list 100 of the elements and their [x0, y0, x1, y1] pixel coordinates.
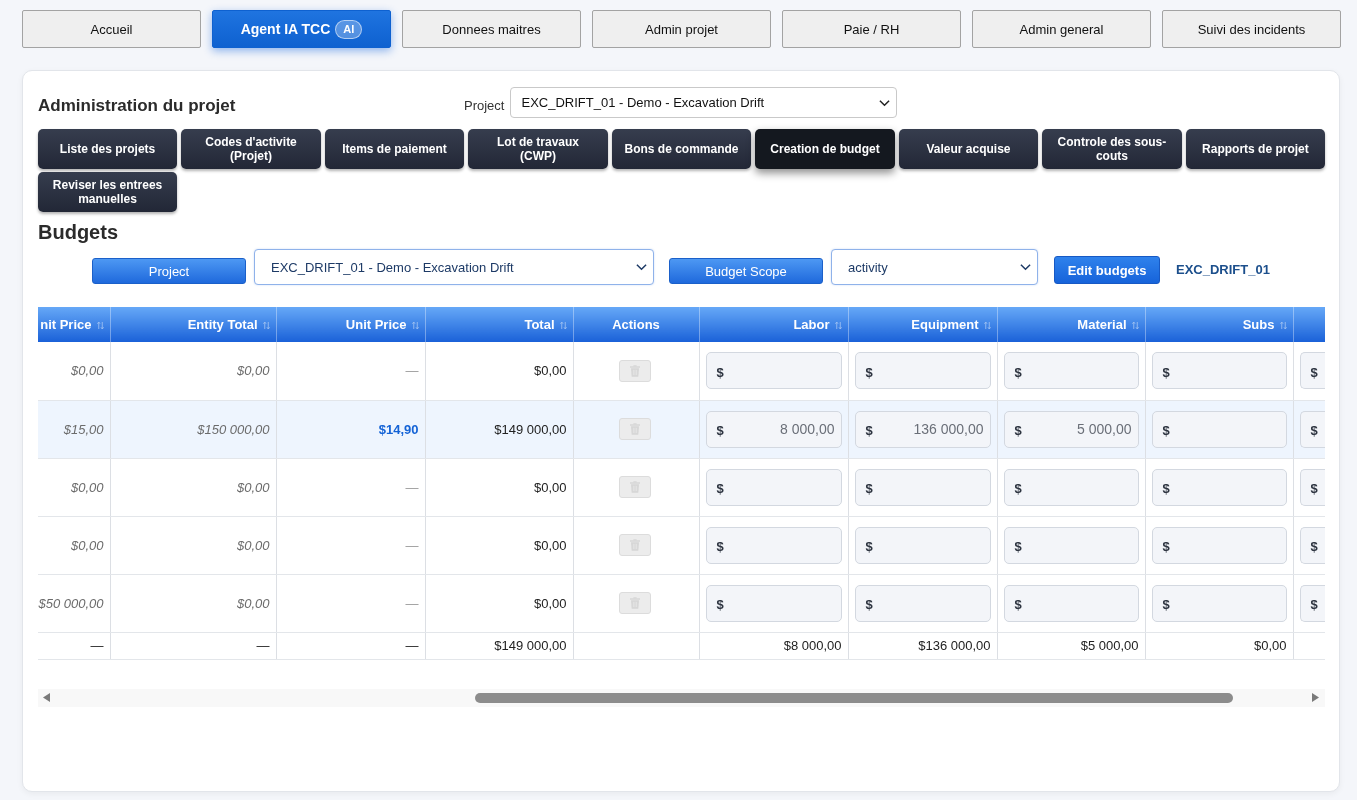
- table-cell: $0,00: [110, 516, 276, 574]
- total-cell: $0,00: [1145, 632, 1293, 659]
- amount-input[interactable]: $: [1299, 526, 1325, 564]
- amount-input[interactable]: $ 136 000,00: [854, 410, 991, 448]
- amount-input[interactable]: $: [1151, 468, 1287, 506]
- table-row[interactable]: $15,00 $150 000,00 $14,90 $149 000,00 $ 8 000,00 $ 136 000,00 $ 5 000,00 $ $: [38, 400, 1325, 458]
- total-cell: $136 000,00: [848, 632, 997, 659]
- column-header[interactable]: Entity Total: [110, 307, 276, 342]
- column-header: Actions: [573, 307, 699, 342]
- table-cell: $0,00: [38, 458, 110, 516]
- module-tab[interactable]: Controle des sous-couts: [1042, 129, 1182, 169]
- table-cell: —: [276, 458, 425, 516]
- amount-input[interactable]: $: [705, 584, 842, 622]
- amount-input[interactable]: $: [1299, 584, 1325, 622]
- module-tab[interactable]: Reviser les entrees manuelles: [38, 172, 178, 212]
- sort-icon: [559, 321, 567, 330]
- column-header[interactable]: Material: [997, 307, 1145, 342]
- chevron-down-icon: [1020, 263, 1031, 271]
- nav-tab[interactable]: Paie / RH: [782, 10, 961, 48]
- total-cell: $149 000,00: [425, 632, 573, 659]
- nav-tab[interactable]: Agent IA TCC AI: [212, 10, 391, 48]
- module-tab[interactable]: Codes d'activite (Projet): [181, 129, 321, 169]
- amount-input[interactable]: $: [1299, 410, 1325, 448]
- nav-tab[interactable]: Suivi des incidents: [1162, 10, 1341, 48]
- horizontal-scrollbar[interactable]: [38, 688, 1325, 707]
- chevron-down-icon: [636, 263, 647, 271]
- amount-input[interactable]: $: [854, 584, 991, 622]
- sort-icon: [1279, 321, 1287, 330]
- scroll-left-icon[interactable]: [43, 693, 50, 702]
- amount-input[interactable]: $: [705, 468, 842, 506]
- nav-tab[interactable]: Donnees maitres: [402, 10, 581, 48]
- scroll-right-icon[interactable]: [1312, 693, 1319, 702]
- amount-input[interactable]: $: [1003, 584, 1139, 622]
- budget-scope-button[interactable]: Budget Scope: [669, 258, 823, 284]
- module-tab[interactable]: Rapports de projet: [1185, 129, 1325, 169]
- project-button[interactable]: Project: [92, 258, 246, 284]
- amount-input[interactable]: $: [854, 526, 991, 564]
- amount-input[interactable]: $: [854, 352, 991, 390]
- column-header[interactable]: Subs: [1145, 307, 1293, 342]
- column-header[interactable]: Unit Price: [276, 307, 425, 342]
- project-code: EXC_DRIFT_01: [1176, 261, 1270, 277]
- module-tab[interactable]: Items de paiement: [324, 129, 465, 169]
- table-cell: $50 000,00: [38, 574, 110, 632]
- table-cell: $0,00: [110, 458, 276, 516]
- project-select[interactable]: EXC_DRIFT_01 - Demo - Excavation Drift: [510, 87, 898, 118]
- page-title: Administration du projet: [38, 94, 237, 116]
- module-tab[interactable]: Valeur acquise: [898, 129, 1038, 169]
- amount-input[interactable]: $: [1003, 526, 1139, 564]
- table-cell: —: [276, 574, 425, 632]
- nav-tab[interactable]: Admin general: [972, 10, 1151, 48]
- amount-input[interactable]: $ 8 000,00: [705, 410, 842, 448]
- amount-input[interactable]: $: [1003, 352, 1139, 390]
- amount-input[interactable]: $: [1299, 468, 1325, 506]
- module-tab[interactable]: Bons de commande: [611, 129, 752, 169]
- chevron-down-icon: [879, 98, 891, 107]
- sort-icon: [1131, 321, 1139, 330]
- table-cell: $0,00: [425, 574, 573, 632]
- column-header[interactable]: Equipment: [848, 307, 997, 342]
- section-title: Budgets: [38, 221, 119, 243]
- table-cell: —: [276, 342, 425, 400]
- nav-tab[interactable]: Accueil: [22, 10, 201, 48]
- table-cell: $0,00: [38, 342, 110, 400]
- column-header[interactable]: Total: [425, 307, 573, 342]
- edit-budgets-button[interactable]: Edit budgets: [1054, 256, 1160, 284]
- module-tab[interactable]: Liste des projets: [38, 129, 178, 169]
- amount-input[interactable]: $: [1151, 410, 1287, 448]
- amount-input[interactable]: $ 5 000,00: [1003, 410, 1139, 448]
- scope-select[interactable]: activity: [831, 249, 1038, 285]
- table-cell: $0,00: [38, 516, 110, 574]
- table-row[interactable]: $0,00 $0,00 — $0,00 $ $ $ $ $: [38, 516, 1325, 574]
- column-header[interactable]: nit Price: [38, 307, 110, 342]
- sort-icon: [262, 321, 270, 330]
- nav-tab[interactable]: Admin projet: [592, 10, 771, 48]
- project-select[interactable]: EXC_DRIFT_01 - Demo - Excavation Drift: [254, 249, 654, 285]
- total-cell: —: [276, 632, 425, 659]
- table-cell: $0,00: [425, 458, 573, 516]
- total-cell: $5 000,00: [997, 632, 1145, 659]
- amount-input[interactable]: $: [705, 352, 842, 390]
- amount-input[interactable]: $: [705, 526, 842, 564]
- module-tab[interactable]: Creation de budget: [755, 129, 895, 169]
- sort-icon: [411, 321, 419, 330]
- total-cell: —: [38, 632, 110, 659]
- amount-input[interactable]: $: [1299, 352, 1325, 390]
- amount-input[interactable]: $: [1151, 584, 1287, 622]
- ai-badge: AI: [335, 19, 363, 39]
- amount-input[interactable]: $: [1003, 468, 1139, 506]
- amount-input[interactable]: $: [854, 468, 991, 506]
- table-cell: $15,00: [38, 400, 110, 458]
- scrollbar-thumb[interactable]: [475, 692, 1233, 703]
- column-header[interactable]: Labor: [699, 307, 848, 342]
- table-row[interactable]: $0,00 $0,00 — $0,00 $ $ $ $ $: [38, 342, 1325, 400]
- table-row[interactable]: $0,00 $0,00 — $0,00 $ $ $ $ $: [38, 458, 1325, 516]
- amount-input[interactable]: $: [1151, 526, 1287, 564]
- table-row[interactable]: $50 000,00 $0,00 — $0,00 $ $ $ $ $: [38, 574, 1325, 632]
- project-label: Project: [464, 97, 505, 113]
- amount-input[interactable]: $: [1151, 352, 1287, 390]
- total-cell: $8 000,00: [699, 632, 848, 659]
- module-tab[interactable]: Lot de travaux (CWP): [468, 129, 608, 169]
- table-cell: $14,90: [276, 400, 425, 458]
- sort-icon: [983, 321, 991, 330]
